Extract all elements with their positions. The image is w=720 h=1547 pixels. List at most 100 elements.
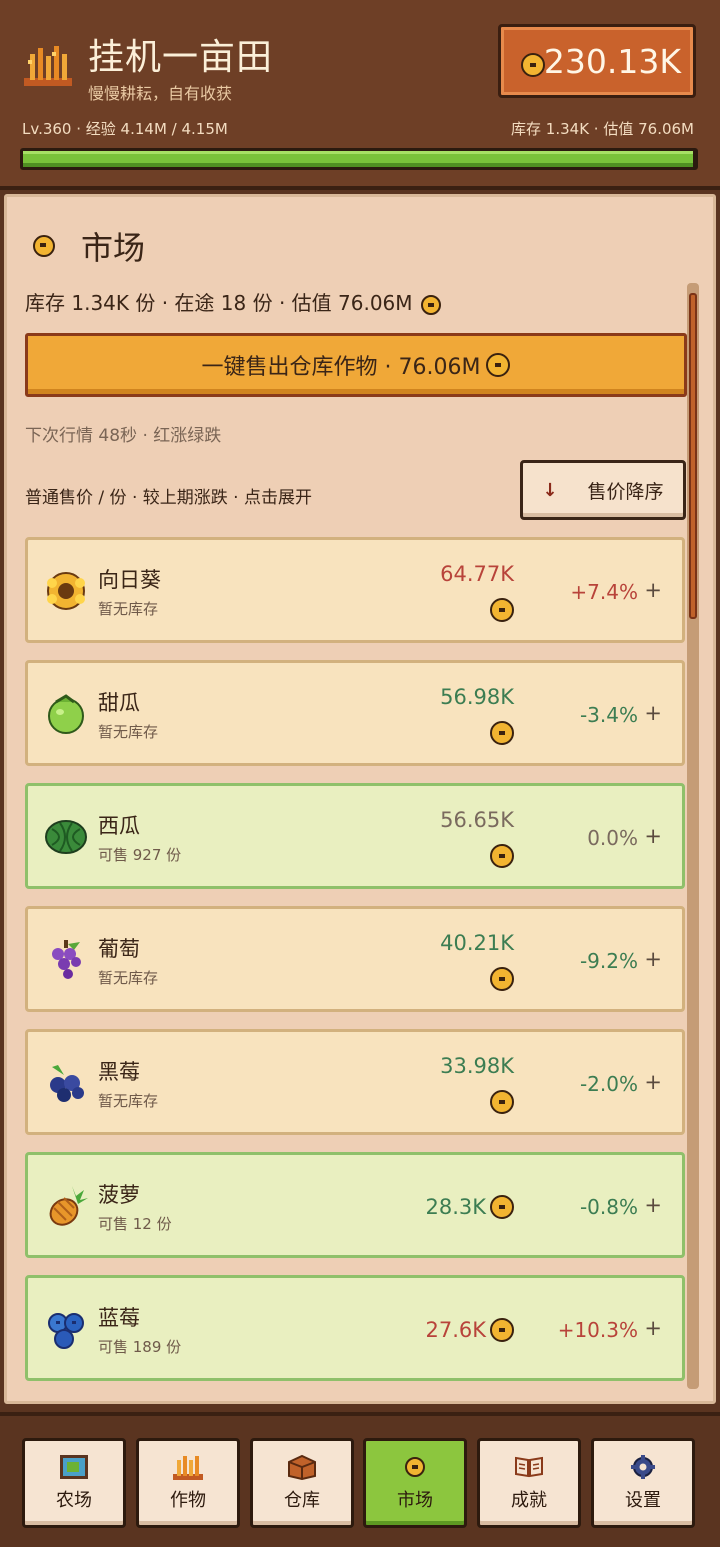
coin-icon: [33, 235, 55, 257]
sell-all-label: 一键售出仓库作物 · 76.06M: [201, 355, 481, 380]
app-subtitle: 慢慢耕耘，自有收获: [88, 84, 233, 103]
price-change: 0.0%: [587, 826, 638, 850]
tab-label: 成就: [511, 1490, 547, 1511]
coin-icon: [490, 967, 514, 991]
sort-description: 普通售价 / 份 · 较上期涨跌 · 点击展开: [25, 488, 312, 508]
experience-bar-fill: [23, 151, 694, 167]
tab-market[interactable]: 市场: [363, 1438, 467, 1528]
expand-icon[interactable]: +: [644, 947, 662, 971]
book-icon: [515, 1456, 543, 1478]
blackberry-icon: [50, 1065, 84, 1102]
tab-warehouse[interactable]: 仓库: [250, 1438, 354, 1528]
price-change: -2.0%: [579, 1072, 638, 1096]
tab-crops[interactable]: 作物: [136, 1438, 240, 1528]
blueberry-icon: [48, 1313, 84, 1349]
tab-label: 作物: [170, 1490, 206, 1511]
expand-icon[interactable]: +: [644, 578, 662, 602]
crop-row-blackberry[interactable]: 黑莓 暂无库存 33.98K -2.0% +: [25, 1029, 685, 1135]
crop-name: 蓝莓: [98, 1306, 140, 1330]
coin-icon: [490, 1195, 514, 1219]
crop-stock-status: 可售 189 份: [98, 1338, 182, 1356]
crop-row-melon[interactable]: 甜瓜 暂无库存 56.98K -3.4% +: [25, 660, 685, 766]
crop-price: 40.21K: [440, 931, 514, 955]
crop-price-list: 向日葵 暂无库存 64.77K +7.4% + 甜瓜 暂无库存 56.98K -…: [25, 537, 685, 1398]
crop-price: 33.98K: [440, 1054, 514, 1078]
crop-row-blueberry[interactable]: 蓝莓 可售 189 份 27.6K +10.3% +: [25, 1275, 685, 1381]
expand-icon[interactable]: +: [644, 701, 662, 725]
farm-map-icon: [60, 1455, 88, 1479]
sunflower-icon: [47, 572, 85, 610]
gear-icon: [631, 1455, 655, 1479]
tab-label: 设置: [625, 1490, 661, 1511]
crop-name: 菠萝: [98, 1183, 140, 1207]
expand-icon[interactable]: +: [644, 1193, 662, 1217]
top-header: 挂机一亩田 慢慢耕耘，自有收获 Lv.360 · 经验 4.14M / 4.15…: [0, 0, 720, 190]
crop-price: 56.65K: [440, 808, 514, 832]
coin-balance-value: 230.13K: [543, 41, 681, 81]
bottom-navigation: 农场 作物 仓库 市场 成就 设置: [0, 1412, 720, 1547]
crop-name: 葡萄: [98, 937, 140, 961]
sort-button-label: 售价降序: [587, 480, 664, 503]
experience-bar: [20, 148, 698, 170]
coin-icon: [521, 53, 545, 77]
tab-label: 市场: [397, 1490, 433, 1511]
coin-icon: [490, 598, 514, 622]
grape-icon: [52, 940, 81, 979]
crop-price: 64.77K: [440, 562, 514, 586]
tab-achievements[interactable]: 成就: [477, 1438, 581, 1528]
expand-icon[interactable]: +: [644, 1070, 662, 1094]
watermelon-icon: [45, 820, 87, 854]
price-change: +10.3%: [557, 1318, 638, 1342]
crop-stock-status: 暂无库存: [98, 1092, 159, 1110]
stock-value-summary: 库存 1.34K · 估值 76.06M: [511, 120, 694, 138]
market-panel: 市场 库存 1.34K 份 · 在途 18 份 · 估值 76.06M 一键售出…: [4, 194, 716, 1404]
coin-icon: [400, 1454, 430, 1480]
coin-icon: [490, 844, 514, 868]
arrow-down-icon: ↓: [542, 479, 558, 501]
box-icon: [288, 1454, 316, 1480]
expand-icon[interactable]: +: [644, 824, 662, 848]
crop-row-watermelon[interactable]: 西瓜 可售 927 份 56.65K 0.0% +: [25, 783, 685, 889]
market-title: 市场: [81, 229, 146, 267]
market-header: 市场: [33, 223, 145, 269]
crop-stock-status: 可售 12 份: [98, 1215, 172, 1233]
pineapple-icon: [49, 1186, 88, 1226]
coin-icon: [490, 721, 514, 745]
coin-balance[interactable]: 230.13K: [498, 24, 696, 98]
crop-stock-status: 可售 927 份: [98, 846, 182, 864]
crop-price: 27.6K: [425, 1318, 486, 1342]
crop-name: 甜瓜: [98, 691, 140, 715]
sell-all-button[interactable]: 一键售出仓库作物 · 76.06M: [25, 333, 687, 397]
tab-settings[interactable]: 设置: [591, 1438, 695, 1528]
wheat-icon: [173, 1456, 203, 1480]
crop-stock-status: 暂无库存: [98, 600, 159, 618]
wheat-logo-icon: [24, 46, 72, 86]
price-change: -0.8%: [579, 1195, 638, 1219]
crop-name: 西瓜: [98, 814, 140, 838]
coin-icon: [420, 294, 441, 315]
crop-stock-status: 暂无库存: [98, 969, 159, 987]
level-experience: Lv.360 · 经验 4.14M / 4.15M: [22, 120, 228, 138]
crop-price: 28.3K: [425, 1195, 486, 1219]
tab-label: 农场: [56, 1490, 92, 1511]
crop-name: 向日葵: [98, 568, 161, 592]
crop-row-pineapple[interactable]: 菠萝 可售 12 份 28.3K -0.8% +: [25, 1152, 685, 1258]
crop-name: 黑莓: [98, 1060, 140, 1084]
coin-icon: [490, 1318, 514, 1342]
crop-row-grape[interactable]: 葡萄 暂无库存 40.21K -9.2% +: [25, 906, 685, 1012]
price-change: -9.2%: [579, 949, 638, 973]
market-summary: 库存 1.34K 份 · 在途 18 份 · 估值 76.06M: [25, 287, 441, 316]
app-title: 挂机一亩田: [88, 37, 274, 78]
crop-row-sunflower[interactable]: 向日葵 暂无库存 64.77K +7.4% +: [25, 537, 685, 643]
price-change: +7.4%: [570, 580, 638, 604]
market-summary-text: 库存 1.34K 份 · 在途 18 份 · 估值 76.06M: [25, 291, 413, 315]
crop-stock-status: 暂无库存: [98, 723, 159, 741]
crop-price: 56.98K: [440, 685, 514, 709]
melon-icon: [48, 694, 84, 734]
tab-label: 仓库: [284, 1490, 320, 1511]
sort-button[interactable]: ↓ 售价降序: [520, 460, 686, 520]
expand-icon[interactable]: +: [644, 1316, 662, 1340]
price-change: -3.4%: [579, 703, 638, 727]
tab-farm[interactable]: 农场: [22, 1438, 126, 1528]
scrollbar-thumb[interactable]: [689, 293, 697, 619]
